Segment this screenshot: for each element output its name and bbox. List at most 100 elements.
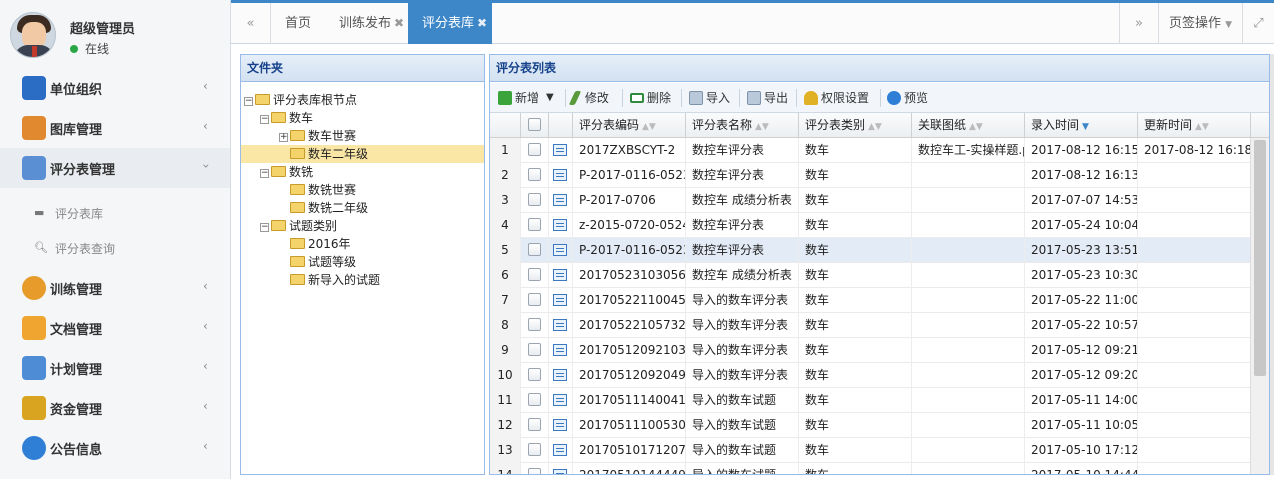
cell-code: 20170511100530 [573, 413, 686, 438]
sidebar-item-plan[interactable]: 计划管理 ‹ [0, 348, 230, 388]
column-header-code[interactable]: 评分表编码 ▲▼ [573, 113, 686, 138]
row-form-button[interactable] [549, 163, 573, 188]
sidebar-item-gallery[interactable]: 图库管理 ‹ [0, 108, 230, 148]
row-form-button[interactable] [549, 138, 573, 163]
table-row[interactable]: 9 20170512092103 导入的数车评分表 数车 2017-05-12 09:2… [490, 338, 1251, 363]
add-button[interactable]: 新增 [498, 89, 539, 107]
export-button[interactable]: 导出 [747, 89, 788, 107]
grid-vertical-scrollbar[interactable] [1250, 138, 1269, 474]
column-header-created[interactable]: 录入时间 ▼ [1025, 113, 1138, 138]
table-row[interactable]: 5 P-2017-0116-0523 数控车评分表 数车 2017-05-23 13:5… [490, 238, 1251, 263]
row-form-button[interactable] [549, 438, 573, 463]
folder-icon [271, 220, 286, 231]
sidebar-item-docs[interactable]: 文档管理 ‹ [0, 308, 230, 348]
row-form-button[interactable] [549, 463, 573, 474]
row-checkbox[interactable] [521, 413, 549, 438]
page-vertical-scrollbar[interactable] [1270, 54, 1274, 475]
scrollbar-thumb[interactable] [1254, 140, 1266, 376]
import-button[interactable]: 导入 [689, 89, 730, 107]
close-icon[interactable]: ✖ [394, 16, 404, 30]
table-row[interactable]: 8 20170522105732 导入的数车评分表 数车 2017-05-22 10:5… [490, 313, 1251, 338]
tree-node[interactable]: + 数车世赛 [279, 127, 356, 145]
sidebar-subitem-query[interactable]: 🔍︎ 评分表查询 [0, 230, 230, 264]
tab-operations-dropdown[interactable]: 页签操作 ▼ [1159, 3, 1243, 44]
table-row[interactable]: 12 20170511100530 导入的数车试题 数车 2017-05-11 10:0… [490, 413, 1251, 438]
row-checkbox[interactable] [521, 438, 549, 463]
table-row[interactable]: 10 20170512092049 导入的数车评分表 数车 2017-05-12 09:… [490, 363, 1251, 388]
row-checkbox[interactable] [521, 388, 549, 413]
tab-scoresheet-library[interactable]: 评分表库 ✖ [408, 3, 492, 44]
tree-node[interactable]: 2016年 [279, 235, 351, 253]
preview-button[interactable]: 预览 [887, 89, 928, 107]
collapse-icon[interactable]: − [260, 169, 269, 178]
sidebar-subitem-library[interactable]: ▬ 评分表库 [0, 195, 230, 229]
cell-type: 数车 [799, 213, 912, 238]
row-checkbox[interactable] [521, 238, 549, 263]
row-checkbox[interactable] [521, 463, 549, 474]
row-form-button[interactable] [549, 213, 573, 238]
table-row[interactable]: 11 20170511140041 导入的数车试题 数车 2017-05-11 14:0… [490, 388, 1251, 413]
row-checkbox[interactable] [521, 338, 549, 363]
sidebar-item-training[interactable]: 训练管理 ‹ [0, 268, 230, 308]
table-row[interactable]: 4 z-2015-0720-0524 数控车评分表 数车 2017-05-24 10:0… [490, 213, 1251, 238]
row-form-button[interactable] [549, 288, 573, 313]
tree-node[interactable]: 数车二年级 [241, 145, 484, 163]
sidebar-item-org[interactable]: 单位组织 ‹ [0, 68, 230, 108]
column-header-updated[interactable]: 更新时间 ▲▼ [1138, 113, 1251, 138]
table-row[interactable]: 1 2017ZXBSCYT-2 数控车评分表 数车 数控车工-实操样题.p 2017-08… [490, 138, 1251, 163]
table-row[interactable]: 6 20170523103056 数控车 成绩分析表 数车 2017-05-23 10:… [490, 263, 1251, 288]
row-form-button[interactable] [549, 338, 573, 363]
row-form-button[interactable] [549, 388, 573, 413]
sidebar-item-funds[interactable]: 资金管理 ‹ [0, 388, 230, 428]
table-row[interactable]: 3 P-2017-0706数控车 成绩分析表数车 2017-07-07 14:53:… [490, 188, 1251, 213]
column-header-type[interactable]: 评分表类别 ▲▼ [799, 113, 912, 138]
row-form-button[interactable] [549, 363, 573, 388]
add-dropdown-button[interactable]: ▼ [546, 89, 554, 107]
tree-node[interactable]: 数铣世赛 [279, 181, 356, 199]
collapse-icon[interactable]: − [260, 223, 269, 232]
row-form-button[interactable] [549, 263, 573, 288]
row-form-button[interactable] [549, 188, 573, 213]
row-checkbox[interactable] [521, 138, 549, 163]
row-checkbox[interactable] [521, 288, 549, 313]
expand-icon[interactable]: + [279, 133, 288, 142]
sidebar-item-scoresheet[interactable]: 评分表管理 ‹ [0, 148, 230, 188]
tab-training-publish[interactable]: 训练发布 ✖ [325, 3, 407, 44]
column-header-name[interactable]: 评分表名称 ▲▼ [686, 113, 799, 138]
row-checkbox[interactable] [521, 313, 549, 338]
tab-scroll-back-button[interactable]: « [231, 3, 271, 44]
collapse-icon[interactable]: − [244, 97, 253, 106]
tree-node[interactable]: − 数铣 [260, 163, 313, 181]
collapse-icon[interactable]: − [260, 115, 269, 124]
row-checkbox[interactable] [521, 263, 549, 288]
row-checkbox[interactable] [521, 363, 549, 388]
row-form-button[interactable] [549, 238, 573, 263]
tree-node[interactable]: − 数车 [260, 109, 313, 127]
row-checkbox[interactable] [521, 213, 549, 238]
column-header-drawing[interactable]: 关联图纸 ▲▼ [912, 113, 1025, 138]
close-icon[interactable]: ✖ [477, 16, 487, 30]
permission-button[interactable]: 权限设置 [804, 89, 869, 107]
tree-node[interactable]: 试题等级 [279, 253, 356, 271]
tree-node[interactable]: 数铣二年级 [279, 199, 368, 217]
sidebar-item-notice[interactable]: 公告信息 ‹ [0, 428, 230, 468]
tree-node[interactable]: − 试题类别 [260, 217, 337, 235]
table-row[interactable]: 2 P-2017-0116-0523 数控车评分表 数车 2017-08-12 16:1… [490, 163, 1251, 188]
row-form-button[interactable] [549, 413, 573, 438]
row-number: 9 [490, 338, 521, 363]
select-all-checkbox[interactable] [521, 113, 549, 138]
table-row[interactable]: 13 20170510171207 导入的数车试题 数车 2017-05-10 17:1… [490, 438, 1251, 463]
tree-node[interactable]: − 评分表库根节点 [244, 91, 357, 109]
tab-home[interactable]: 首页 [271, 3, 325, 44]
row-checkbox[interactable] [521, 188, 549, 213]
edit-button[interactable]: 修改 [568, 89, 609, 107]
delete-button[interactable]: 删除 [630, 89, 671, 107]
tree-node[interactable]: 新导入的试题 [279, 271, 380, 289]
fullscreen-button[interactable]: ⤢ [1243, 3, 1274, 44]
row-form-button[interactable] [549, 313, 573, 338]
tab-scroll-forward-button[interactable]: » [1119, 3, 1159, 44]
table-row[interactable]: 7 20170522110045 导入的数车评分表 数车 2017-05-22 11:0… [490, 288, 1251, 313]
row-checkbox[interactable] [521, 163, 549, 188]
table-row[interactable]: 14 20170510144449 导入的数车试题 数车 2017-05-10 14:4… [490, 463, 1251, 474]
avatar[interactable] [10, 12, 56, 58]
